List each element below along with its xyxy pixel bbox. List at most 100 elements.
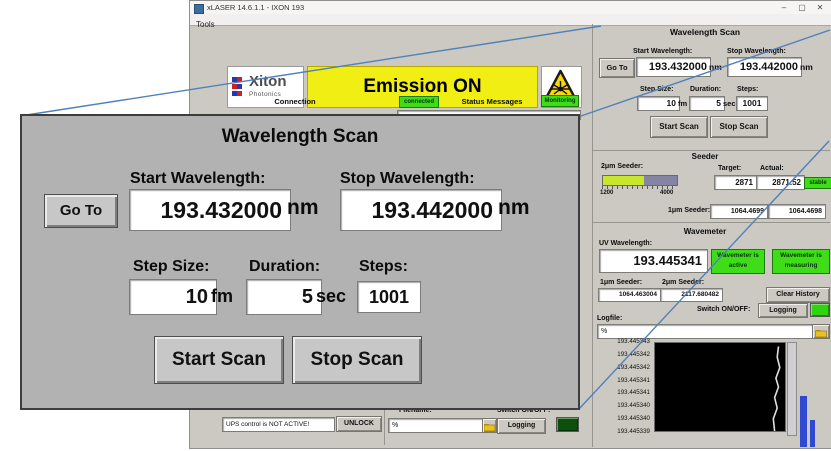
steps-field: 1001 xyxy=(736,96,768,111)
stop-scan-button[interactable]: Stop Scan xyxy=(710,116,768,138)
wavemeter-switch-label: Switch ON/OFF: xyxy=(697,306,750,313)
inset-start-scan-button[interactable]: Start Scan xyxy=(154,336,284,384)
unlock-button[interactable]: UNLOCK xyxy=(336,416,382,432)
menu-bar: Tools xyxy=(190,14,831,26)
wavemeter-logging-button[interactable]: Logging xyxy=(758,303,808,318)
seeder-2um-label: 2μm Seeder: xyxy=(601,163,643,170)
wavemeter-2um-label: 2μm Seeder: xyxy=(662,279,704,286)
xiton-logo-mark xyxy=(232,75,246,95)
y-tick: 193.445342 xyxy=(617,364,650,371)
step-unit-label: fm xyxy=(678,99,687,108)
clear-history-button[interactable]: Clear History xyxy=(766,287,830,303)
menu-tools[interactable]: Tools xyxy=(190,19,221,30)
seeder-1um-actual-field: 1064.4698 xyxy=(768,204,826,219)
inset-stop-scan-button[interactable]: Stop Scan xyxy=(292,336,422,384)
stable-indicator: stable xyxy=(804,177,831,189)
app-icon xyxy=(194,4,204,14)
uv-wavelength-label: UV Wavelength: xyxy=(599,240,652,247)
wavemeter-title: Wavemeter xyxy=(655,227,755,236)
inset-start-unit-label: nm xyxy=(287,196,319,220)
y-tick: 193.445342 xyxy=(617,351,650,358)
target-field[interactable]: 2871 xyxy=(714,175,757,190)
filename-field[interactable]: % xyxy=(388,418,485,433)
inset-duration-label: Duration: xyxy=(249,258,320,276)
uv-wavelength-field: 193.445341 xyxy=(599,249,708,273)
seeder-slider-fill xyxy=(603,176,644,185)
y-tick: 193.445340 xyxy=(617,402,650,409)
wavemeter-measuring-indicator: Wavemeter is measuring xyxy=(772,249,830,274)
window-title: xLASER 14.6.1.1 - IXON 193 xyxy=(207,1,304,14)
seeder-1um-set-field[interactable]: 1064.4699 xyxy=(710,204,768,219)
stop-wavelength-field[interactable]: 193.442000 xyxy=(727,57,802,77)
maximize-button[interactable]: ▢ xyxy=(795,1,809,14)
status-messages-title: Status Messages xyxy=(450,97,534,106)
connection-section-title: Connection xyxy=(240,97,350,106)
seeder-title: Seeder xyxy=(655,152,755,161)
wavemeter-active-indicator: Wavemeter is active xyxy=(711,249,765,274)
divider xyxy=(593,222,830,223)
wavelength-trace xyxy=(655,343,785,431)
steps-label: Steps: xyxy=(737,86,758,93)
step-size-label: Step Size: xyxy=(640,86,673,93)
folder-icon xyxy=(815,329,827,338)
inset-start-wavelength-field[interactable]: 193.432000 xyxy=(129,189,291,231)
chart-y-ticks: 193.445343 193.445342 193.445342 193.445… xyxy=(602,338,650,435)
chart-scrollbar[interactable] xyxy=(787,342,797,436)
slider-max-label: 4000 xyxy=(660,190,673,196)
actual-label: Actual: xyxy=(760,165,784,172)
monitoring-indicator: Monitoring xyxy=(541,95,579,107)
inset-stop-unit-label: nm xyxy=(498,196,530,220)
y-tick: 193.445340 xyxy=(617,415,650,422)
y-tick: 193.445343 xyxy=(617,338,650,345)
start-scan-button[interactable]: Start Scan xyxy=(650,116,708,138)
divider xyxy=(592,24,593,447)
minimize-button[interactable]: – xyxy=(777,1,791,14)
inset-step-size-field[interactable]: 10 xyxy=(129,279,217,315)
duration-field[interactable]: 5 xyxy=(689,96,725,111)
level-bar xyxy=(810,420,815,447)
logo-text: Xiton xyxy=(249,73,287,90)
logfile-label: Logfile: xyxy=(597,315,622,322)
target-label: Target: xyxy=(718,165,741,172)
screenshot-root: xLASER 14.6.1.1 - IXON 193 – ▢ ✕ Tools X… xyxy=(0,0,831,451)
close-button[interactable]: ✕ xyxy=(813,1,827,14)
inset-goto-button[interactable]: Go To xyxy=(44,194,118,228)
seeder-slider[interactable] xyxy=(602,175,678,186)
filename-browse-button[interactable] xyxy=(482,418,497,433)
wavelength-scan-title: Wavelength Scan xyxy=(630,27,780,37)
y-tick: 193.445341 xyxy=(617,389,650,396)
actual-field: 2871.52 xyxy=(756,175,805,190)
wavemeter-1um-field: 1064.463004 xyxy=(598,288,661,302)
logfile-browse-button[interactable] xyxy=(812,324,830,339)
stop-unit-label: nm xyxy=(800,62,813,72)
wavemeter-logging-led-on xyxy=(810,303,830,317)
inset-duration-unit-label: sec xyxy=(316,286,346,307)
inset-stop-wavelength-field[interactable]: 193.442000 xyxy=(340,189,502,231)
title-bar: xLASER 14.6.1.1 - IXON 193 – ▢ ✕ xyxy=(190,1,831,15)
step-size-field[interactable]: 10 xyxy=(637,96,680,111)
start-unit-label: nm xyxy=(709,62,722,72)
folder-icon xyxy=(484,423,495,432)
inset-title: Wavelength Scan xyxy=(22,126,578,148)
start-wavelength-field[interactable]: 193.432000 xyxy=(636,57,711,77)
inset-step-unit-label: fm xyxy=(211,286,233,307)
inset-start-wavelength-label: Start Wavelength: xyxy=(130,170,265,188)
slider-min-label: 1200 xyxy=(600,190,613,196)
ups-status-field: UPS control is NOT ACTIVE! xyxy=(222,417,335,432)
duration-label: Duration: xyxy=(690,86,721,93)
goto-button[interactable]: Go To xyxy=(599,58,635,78)
wavelength-scan-inset: Wavelength Scan Start Wavelength: Go To … xyxy=(20,114,580,410)
inset-steps-label: Steps: xyxy=(359,258,408,276)
inset-duration-field[interactable]: 5 xyxy=(246,279,322,315)
stop-wavelength-label: Stop Wavelength: xyxy=(727,48,786,55)
slider-tick-marks xyxy=(602,186,676,189)
signal-level-bars xyxy=(798,394,818,447)
inset-step-size-label: Step Size: xyxy=(133,258,209,276)
level-bar xyxy=(800,396,807,447)
connected-indicator: connected xyxy=(399,96,439,108)
logfile-field[interactable]: % xyxy=(597,324,814,339)
divider xyxy=(593,150,830,151)
logging-button[interactable]: Logging xyxy=(497,418,546,434)
inset-steps-field: 1001 xyxy=(357,281,421,313)
duration-unit-label: sec xyxy=(723,99,736,108)
